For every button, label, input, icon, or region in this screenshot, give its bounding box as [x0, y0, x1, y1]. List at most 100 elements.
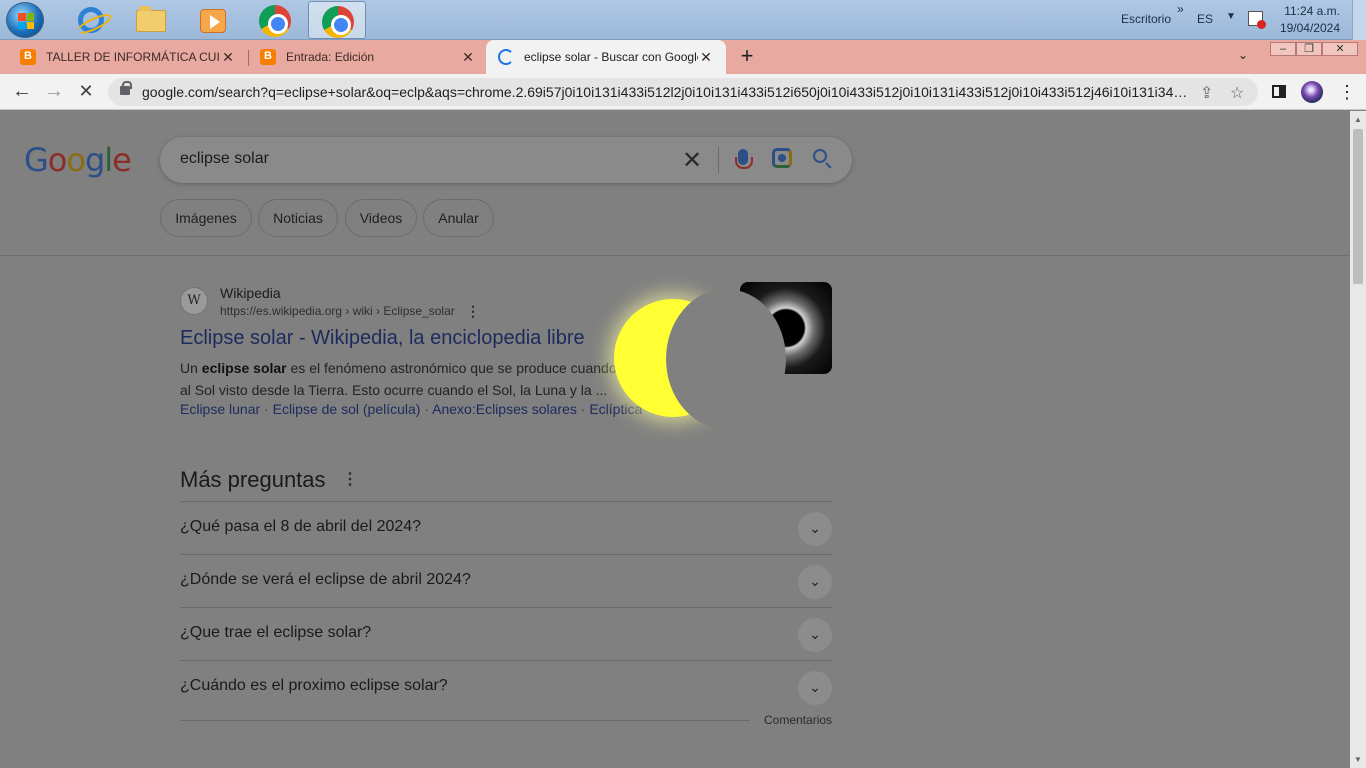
chrome-icon	[322, 6, 354, 38]
microphone-icon[interactable]	[735, 149, 753, 169]
clock-date: 19/04/2024	[1279, 21, 1340, 35]
chrome-menu-icon[interactable]: ⋮	[1338, 82, 1356, 103]
tab-strip: TALLER DE INFORMÁTICA CUITLA ✕ Entrada: …	[0, 40, 1366, 74]
logo-letter: e	[112, 141, 132, 179]
sitelink[interactable]: Anexo:Eclipses solares	[432, 401, 577, 417]
logo-letter: o	[66, 141, 86, 179]
close-tab-icon[interactable]: ✕	[220, 49, 236, 66]
taskbar-media-player[interactable]	[184, 1, 242, 39]
paa-question[interactable]: ¿Que trae el eclipse solar? ⌄	[180, 607, 832, 660]
wikipedia-icon[interactable]: W	[180, 287, 208, 315]
tab-entrada-edicion[interactable]: Entrada: Edición ✕	[248, 40, 488, 74]
google-logo[interactable]: Google	[24, 141, 132, 179]
scroll-up-arrow-icon[interactable]: ▲	[1354, 115, 1362, 124]
snippet-text: Un	[180, 360, 202, 376]
back-button[interactable]: ←	[10, 80, 34, 104]
tab-search-chevron-icon[interactable]: ⌄	[1238, 48, 1248, 62]
search-results-page: Google eclipse solar ✕ Imágenes Noticias…	[0, 111, 1350, 768]
result-site-name[interactable]: Wikipedia	[220, 285, 281, 301]
logo-letter: g	[84, 141, 105, 179]
sitelink-separator: ·	[424, 401, 433, 417]
logo-letter: o	[47, 141, 68, 179]
action-center-flag-icon[interactable]	[1248, 11, 1266, 29]
chip-noticias[interactable]: Noticias	[258, 199, 338, 237]
paa-question-text: ¿Qué pasa el 8 de abril del 2024?	[180, 518, 422, 535]
result-url[interactable]: https://es.wikipedia.org › wiki › Eclips…	[220, 304, 455, 318]
stop-loading-button[interactable]: ✕	[74, 80, 98, 104]
ie-icon	[78, 7, 104, 33]
side-panel-icon[interactable]	[1272, 85, 1286, 98]
system-clock[interactable]: 11:24 a.m. 19/04/2024	[1280, 3, 1340, 37]
page-scrollbar[interactable]: ▲ ▼	[1350, 111, 1366, 768]
close-window-button[interactable]: ✕	[1322, 42, 1358, 56]
taskbar-file-explorer[interactable]	[122, 1, 180, 39]
tab-title: eclipse solar - Buscar con Google	[524, 50, 698, 64]
blogger-icon	[260, 49, 276, 65]
loading-spinner-icon	[498, 49, 514, 65]
paa-question-text: ¿Dónde se verá el eclipse de abril 2024?	[180, 571, 471, 588]
tray-chevron-down-icon[interactable]: ▼	[1226, 11, 1236, 22]
folder-icon	[136, 6, 166, 32]
snippet-highlight: eclipse solar	[201, 360, 287, 376]
scrollbar-thumb[interactable]	[1353, 129, 1363, 284]
chevron-down-icon[interactable]: ⌄	[798, 671, 832, 705]
paa-more-options-icon[interactable]: ⋮	[342, 469, 358, 489]
chip-videos[interactable]: Videos	[345, 199, 417, 237]
lock-icon[interactable]	[120, 81, 132, 95]
windows-taskbar: Escritorio » ES ▼ 11:24 a.m. 19/04/2024	[0, 0, 1366, 40]
taskbar-internet-explorer[interactable]	[62, 1, 120, 39]
sitelink[interactable]: Eclipse lunar	[180, 401, 260, 417]
result-more-options-icon[interactable]: ⋮	[466, 303, 480, 320]
close-tab-icon[interactable]: ✕	[698, 49, 714, 66]
result-title-link[interactable]: Eclipse solar - Wikipedia, la encicloped…	[180, 327, 585, 350]
minimize-button[interactable]: –	[1270, 42, 1296, 56]
result-sitelinks: Eclipse lunar · Eclipse de sol (película…	[180, 401, 642, 417]
paa-question[interactable]: ¿Cuándo es el proximo eclipse solar? ⌄	[180, 660, 832, 713]
tab-title: TALLER DE INFORMÁTICA CUITLA	[46, 50, 220, 64]
bookmark-star-icon[interactable]: ☆	[1230, 83, 1244, 103]
search-icon[interactable]	[813, 149, 827, 163]
desktop-toolbar-label[interactable]: Escritorio	[1121, 12, 1171, 26]
people-also-ask-title: Más preguntas	[180, 467, 326, 492]
chevron-down-icon[interactable]: ⌄	[798, 618, 832, 652]
paa-question-text: ¿Cuándo es el proximo eclipse solar?	[180, 677, 448, 694]
paa-question[interactable]: ¿Dónde se verá el eclipse de abril 2024?…	[180, 554, 832, 607]
profile-avatar[interactable]	[1301, 81, 1323, 103]
tab-title: Entrada: Edición	[286, 50, 375, 64]
share-icon[interactable]: ⇪	[1200, 83, 1213, 103]
url-text[interactable]: google.com/search?q=eclipse+solar&oq=ecl…	[142, 84, 1190, 100]
logo-letter: l	[104, 141, 113, 179]
paa-question[interactable]: ¿Qué pasa el 8 de abril del 2024? ⌄	[180, 501, 832, 554]
forward-button[interactable]: →	[42, 80, 66, 104]
chevron-down-icon[interactable]: ⌄	[798, 512, 832, 546]
chip-imagenes[interactable]: Imágenes	[160, 199, 252, 237]
tab-taller-informatica[interactable]: TALLER DE INFORMÁTICA CUITLA ✕	[8, 40, 248, 74]
chevron-down-icon[interactable]: ⌄	[798, 565, 832, 599]
sitelink[interactable]: Eclipse de sol (película)	[273, 401, 421, 417]
feedback-link[interactable]: Comentarios	[764, 713, 832, 727]
restore-button[interactable]: ❐	[1296, 42, 1322, 56]
clear-search-icon[interactable]: ✕	[682, 146, 702, 175]
search-input[interactable]: eclipse solar	[180, 150, 269, 168]
new-tab-button[interactable]: +	[736, 45, 758, 68]
address-bar[interactable]: google.com/search?q=eclipse+solar&oq=ecl…	[108, 78, 1258, 106]
toolbar-expand-icon[interactable]: »	[1177, 2, 1184, 16]
tab-eclipse-solar[interactable]: eclipse solar - Buscar con Google ✕	[486, 40, 726, 74]
header-divider	[0, 255, 1350, 256]
show-desktop-button[interactable]	[1352, 0, 1366, 40]
windows-logo-icon	[18, 13, 34, 29]
paa-question-text: ¿Que trae el eclipse solar?	[180, 624, 372, 641]
google-lens-icon[interactable]	[772, 148, 792, 168]
chrome-icon	[259, 5, 291, 37]
sitelink-separator: ·	[264, 401, 273, 417]
taskbar-chrome-active[interactable]	[308, 1, 366, 39]
start-button[interactable]	[6, 2, 44, 38]
clock-time: 11:24 a.m.	[1284, 4, 1340, 18]
scroll-down-arrow-icon[interactable]: ▼	[1354, 755, 1362, 764]
taskbar-chrome[interactable]	[246, 1, 304, 39]
close-tab-icon[interactable]: ✕	[460, 49, 476, 66]
chip-anular[interactable]: Anular	[423, 199, 494, 237]
language-indicator[interactable]: ES	[1197, 12, 1213, 26]
search-box[interactable]: eclipse solar ✕	[160, 137, 852, 183]
eclipse-moon-shadow	[666, 289, 786, 429]
